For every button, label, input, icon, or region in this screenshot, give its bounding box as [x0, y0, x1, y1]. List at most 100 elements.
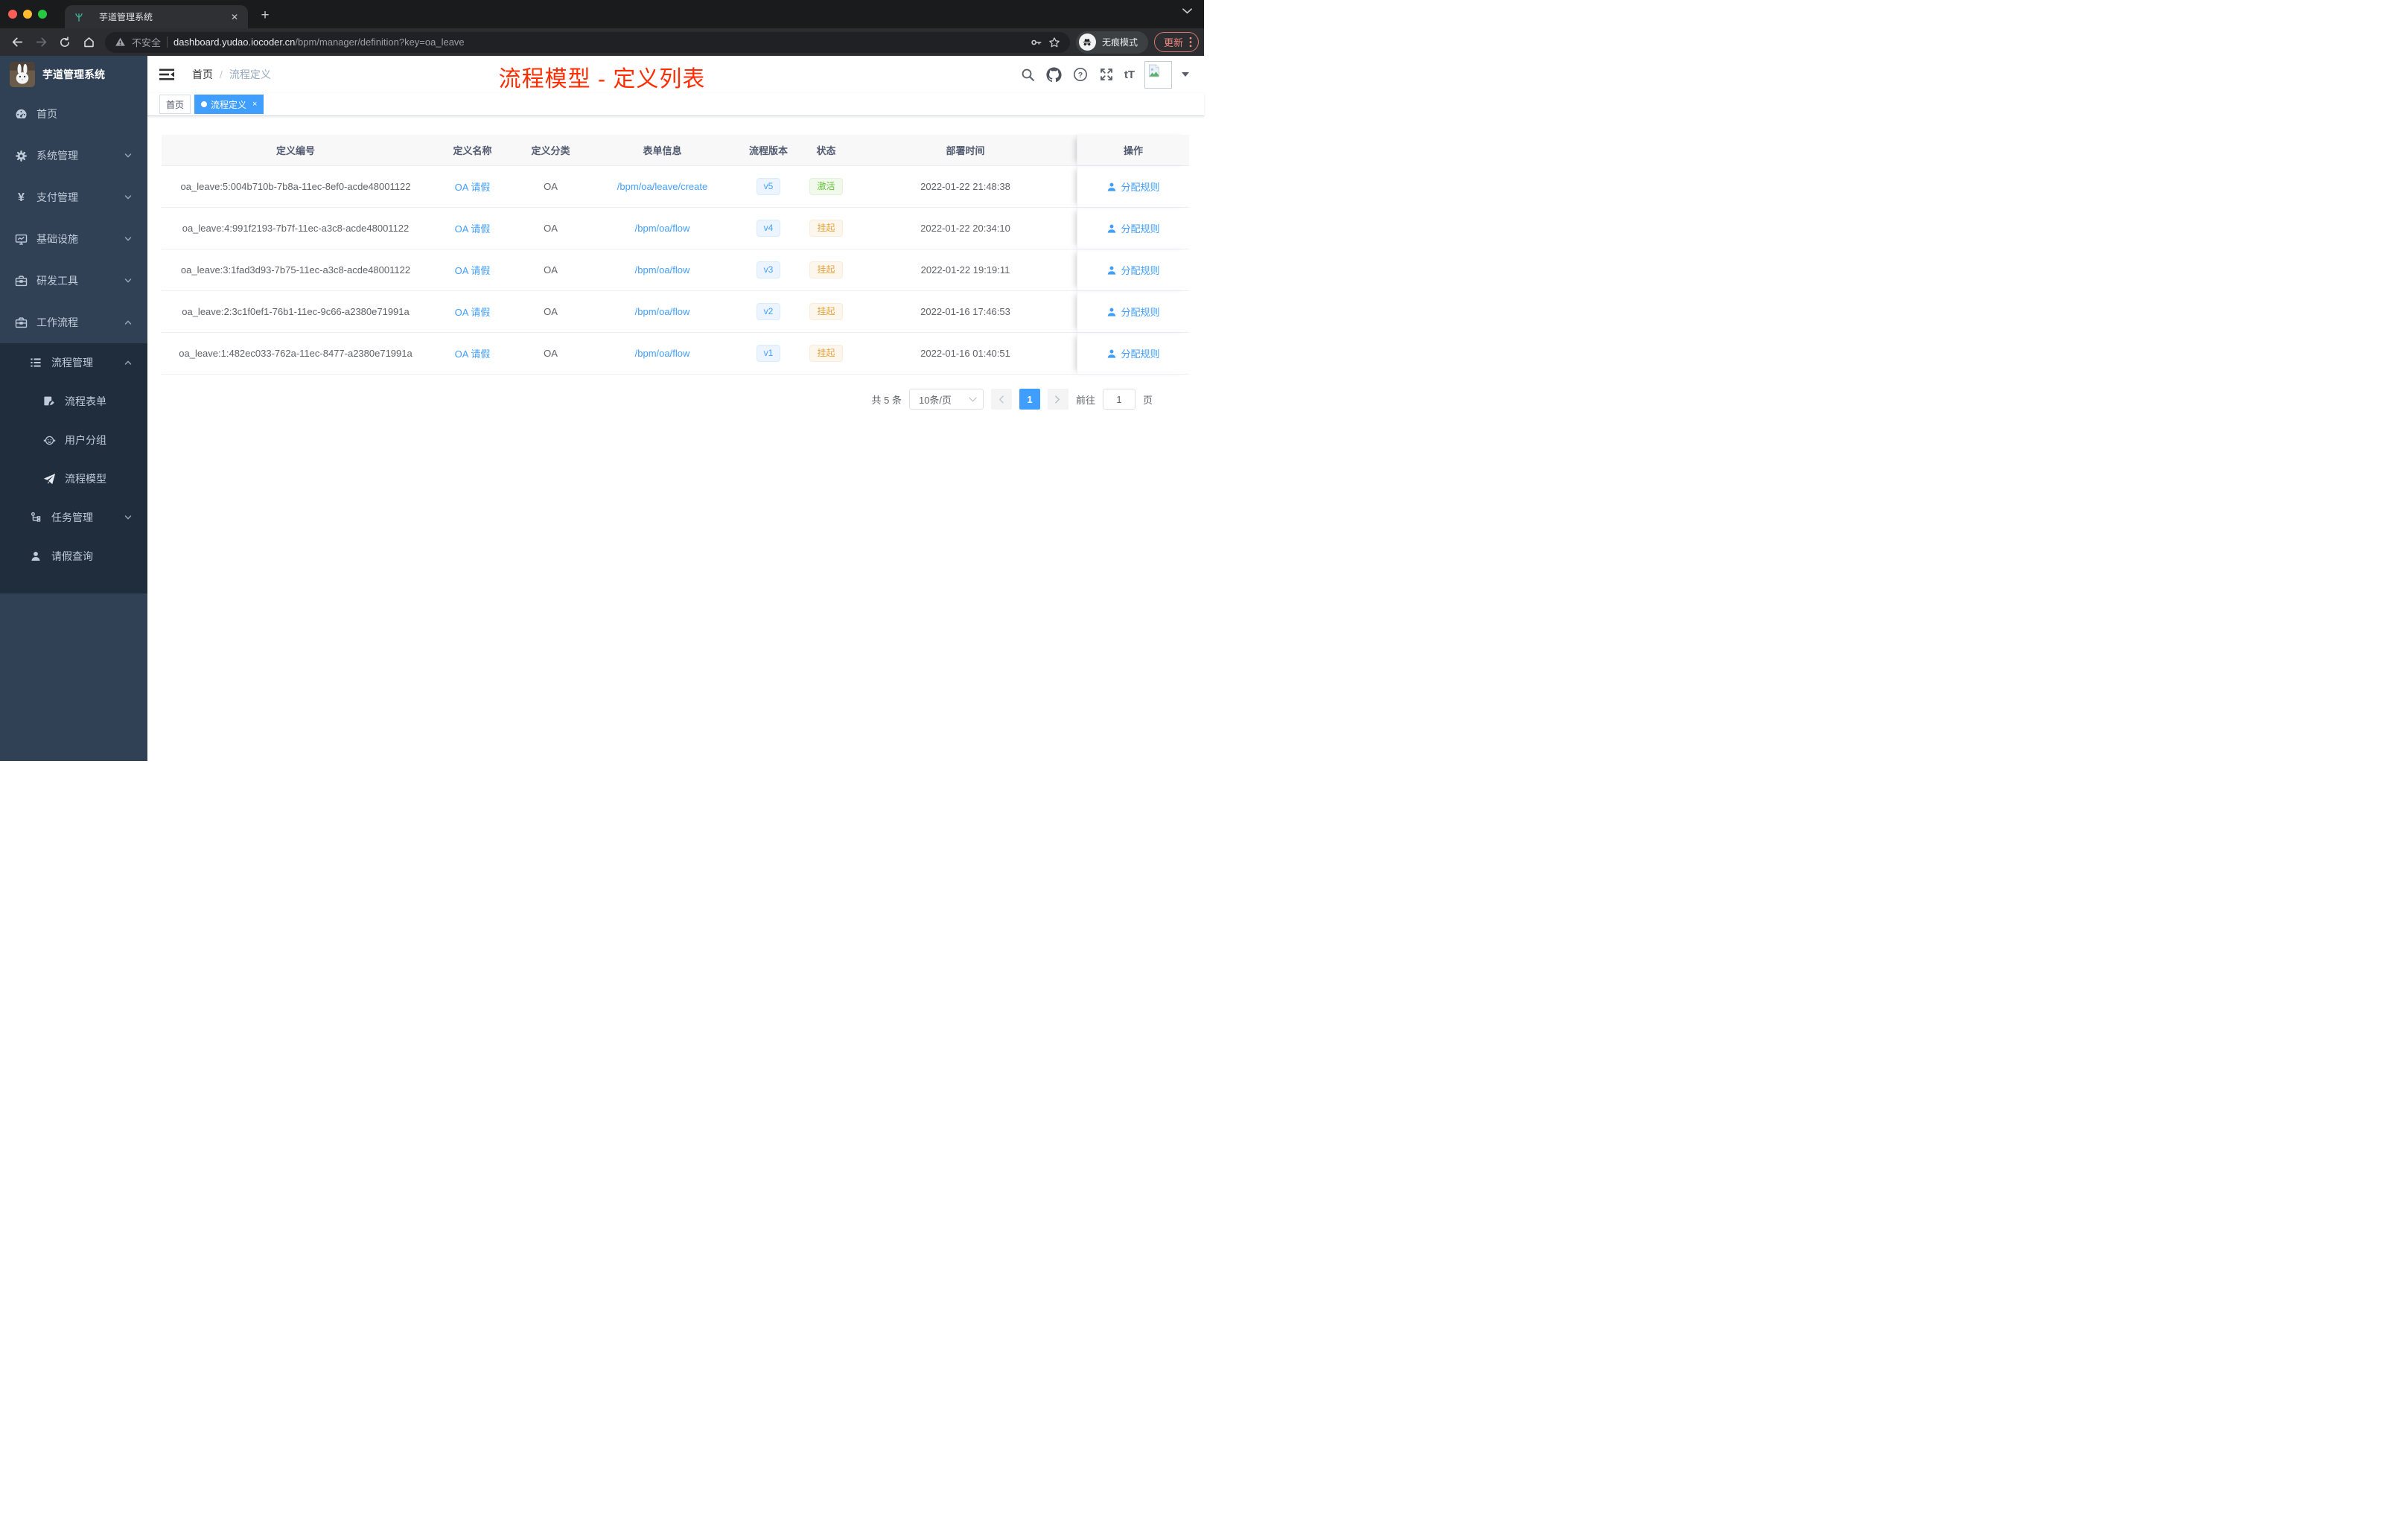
- prev-page-button[interactable]: [990, 389, 1012, 410]
- form-info-link[interactable]: /bpm/oa/flow: [586, 249, 739, 291]
- column-header-7: 部署时间: [854, 135, 1077, 166]
- tag-close-icon[interactable]: ×: [252, 100, 257, 109]
- bookmark-star-icon[interactable]: [1048, 36, 1060, 48]
- user-avatar-broken-image-icon[interactable]: [1144, 60, 1172, 89]
- sidebar-item-label: 用户分组: [65, 434, 106, 446]
- dashboard-icon: [15, 108, 28, 121]
- sidebar-item-label: 请假查询: [51, 550, 93, 562]
- table-row: oa_leave:4:991f2193-7b7f-11ec-a3c8-acde4…: [162, 208, 1190, 249]
- assign-rule-button[interactable]: 分配规则: [1106, 263, 1160, 277]
- definition-name-link[interactable]: OA 请假: [430, 291, 515, 333]
- form-icon: [43, 395, 56, 408]
- select-caret-icon: [969, 397, 977, 402]
- sidebar-item-system-mgmt[interactable]: 系统管理: [0, 135, 147, 176]
- page-size-select[interactable]: 10条/页: [908, 389, 984, 410]
- sidebar-item-leave-query[interactable]: 请假查询: [0, 537, 147, 576]
- goto-suffix: 页: [1142, 394, 1153, 406]
- sidebar-item-dev-tools[interactable]: 研发工具: [0, 260, 147, 302]
- form-info-link[interactable]: /bpm/oa/flow: [586, 291, 739, 333]
- chevron-down-icon: [124, 151, 133, 160]
- kebab-menu-icon[interactable]: [1189, 36, 1192, 48]
- fullscreen-icon[interactable]: [1098, 66, 1115, 83]
- security-label[interactable]: 不安全: [132, 35, 161, 49]
- help-icon[interactable]: ?: [1072, 66, 1089, 83]
- assign-rule-button[interactable]: 分配规则: [1106, 346, 1160, 360]
- url-bar[interactable]: 不安全 dashboard.yudao.iocoder.cn/bpm/manag…: [105, 31, 1070, 53]
- forward-icon[interactable]: [31, 33, 51, 52]
- browser-toolbar: 不安全 dashboard.yudao.iocoder.cn/bpm/manag…: [0, 28, 1204, 56]
- chevron-up-icon: [124, 358, 133, 367]
- search-icon[interactable]: [1020, 66, 1036, 83]
- definition-id-cell: oa_leave:3:1fad3d93-7b75-11ec-a3c8-acde4…: [162, 249, 430, 291]
- chevron-down-icon: [124, 276, 133, 285]
- assign-rule-button[interactable]: 分配规则: [1106, 221, 1160, 235]
- sidebar-logo[interactable]: 芋道管理系统: [0, 56, 147, 93]
- definition-name-link[interactable]: OA 请假: [430, 333, 515, 375]
- version-cell: v1: [739, 333, 798, 375]
- sidebar-item-task-mgmt[interactable]: 任务管理: [0, 498, 147, 537]
- goto-page-input[interactable]: [1102, 389, 1135, 410]
- sidebar-item-payment-mgmt[interactable]: ¥ 支付管理: [0, 176, 147, 218]
- form-info-link[interactable]: /bpm/oa/leave/create: [586, 166, 739, 208]
- breadcrumb: 首页 / 流程定义: [192, 67, 271, 82]
- reload-icon[interactable]: [55, 33, 74, 52]
- definition-category-cell: OA: [515, 249, 586, 291]
- monitor-icon: [15, 233, 28, 246]
- tag-label: 首页: [166, 99, 185, 110]
- password-key-icon[interactable]: [1031, 36, 1042, 48]
- tag-active[interactable]: 流程定义 ×: [194, 95, 264, 114]
- sidebar-item-process-mgmt[interactable]: 流程管理: [0, 343, 147, 382]
- sidebar-item-process-model[interactable]: 流程模型: [0, 459, 147, 498]
- breadcrumb-separator: /: [220, 69, 223, 80]
- sidebar-item-process-form[interactable]: 流程表单: [0, 382, 147, 421]
- definition-name-link[interactable]: OA 请假: [430, 166, 515, 208]
- url-domain: dashboard.yudao.iocoder.cn: [173, 36, 296, 48]
- form-info-link[interactable]: /bpm/oa/flow: [586, 208, 739, 249]
- definition-name-link[interactable]: OA 请假: [430, 208, 515, 249]
- tab-search-chevron-icon[interactable]: [1182, 8, 1192, 14]
- home-icon[interactable]: [79, 33, 98, 52]
- close-window-button[interactable]: [8, 10, 17, 19]
- form-info-link[interactable]: /bpm/oa/flow: [586, 333, 739, 375]
- sidebar-item-workflow[interactable]: 工作流程: [0, 302, 147, 343]
- minimize-window-button[interactable]: [23, 10, 32, 19]
- tree-icon: [30, 512, 42, 524]
- font-size-icon[interactable]: tT: [1124, 69, 1135, 81]
- sidebar-toggle-hamburger-icon[interactable]: [159, 67, 174, 82]
- definition-category-cell: OA: [515, 208, 586, 249]
- definition-name-link[interactable]: OA 请假: [430, 249, 515, 291]
- avatar-dropdown-caret-icon[interactable]: [1182, 72, 1189, 77]
- browser-tab[interactable]: 芋道管理系统 ✕: [65, 5, 248, 28]
- version-badge: v4: [756, 220, 781, 237]
- page-number-button[interactable]: 1: [1019, 389, 1040, 410]
- paper-plane-icon: [43, 473, 56, 485]
- app-title: 芋道管理系统: [42, 69, 105, 80]
- sidebar-item-label: 工作流程: [36, 316, 78, 328]
- sidebar-item-user-group[interactable]: 用户分组: [0, 421, 147, 459]
- table-row: oa_leave:2:3c1f0ef1-76b1-11ec-9c66-a2380…: [162, 291, 1190, 333]
- version-cell: v2: [739, 291, 798, 333]
- user-icon: [30, 550, 42, 563]
- zoom-window-button[interactable]: [38, 10, 47, 19]
- sidebar-item-home[interactable]: 首页: [0, 93, 147, 135]
- assign-rule-button[interactable]: 分配规则: [1106, 305, 1160, 319]
- next-page-button[interactable]: [1047, 389, 1068, 410]
- definition-id-cell: oa_leave:2:3c1f0ef1-76b1-11ec-9c66-a2380…: [162, 291, 430, 333]
- sidebar-item-label: 流程管理: [51, 357, 93, 369]
- row-actions-cell: 分配规则: [1077, 166, 1189, 208]
- back-icon[interactable]: [7, 33, 27, 52]
- status-cell: 激活: [798, 166, 854, 208]
- column-header-6: 状态: [798, 135, 854, 166]
- breadcrumb-home[interactable]: 首页: [192, 67, 213, 82]
- gear-icon: [15, 150, 28, 162]
- tab-close-icon[interactable]: ✕: [229, 12, 241, 22]
- assign-rule-button[interactable]: 分配规则: [1106, 179, 1160, 194]
- github-icon[interactable]: [1046, 66, 1063, 83]
- update-button[interactable]: 更新: [1153, 32, 1199, 52]
- status-cell: 挂起: [798, 249, 854, 291]
- new-tab-button[interactable]: +: [255, 6, 275, 25]
- sidebar-item-infrastructure[interactable]: 基础设施: [0, 218, 147, 260]
- incognito-icon: [1078, 34, 1096, 51]
- tag-item[interactable]: 首页: [159, 95, 191, 114]
- version-badge: v1: [756, 345, 781, 362]
